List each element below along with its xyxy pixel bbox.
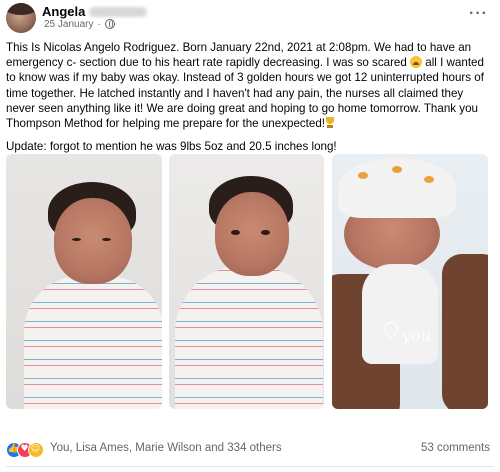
baby-onesie	[362, 264, 438, 364]
hat-pattern	[358, 172, 368, 179]
baby-face	[215, 192, 289, 276]
baby-photo-3[interactable]: you	[332, 154, 488, 409]
handwritten-you: you	[402, 326, 431, 345]
avatar-hair	[6, 3, 36, 15]
scared-face-emoji	[410, 56, 423, 69]
swaddle-blanket	[24, 276, 162, 409]
baby-hat	[338, 158, 456, 218]
author-name[interactable]: Angela	[42, 4, 148, 19]
baby-photo-2[interactable]	[169, 154, 324, 409]
author-last-name-redacted	[89, 7, 148, 17]
post-date[interactable]: 25 January	[44, 19, 93, 30]
trophy-emoji	[325, 117, 335, 129]
post-update: Update: forgot to mention he was 9lbs 5o…	[6, 140, 337, 154]
facebook-post: Angela 25 January · ··· This Is Nicolas A…	[0, 0, 500, 472]
hat-pattern	[424, 176, 434, 183]
baby-eye-left	[72, 238, 81, 241]
hug-icon: ☺	[30, 444, 41, 454]
post-body-part-1: This Is Nicolas Angelo Rodriguez. Born J…	[6, 41, 472, 70]
post-footer: 👍 ♥ ☺ You, Lisa Ames, Marie Wilson and 3…	[6, 439, 492, 461]
post-text: This Is Nicolas Angelo Rodriguez. Born J…	[6, 40, 492, 162]
baby-eye-left	[231, 230, 240, 235]
globe-icon[interactable]	[104, 19, 115, 29]
meta-separator: ·	[97, 19, 101, 30]
post-body: This Is Nicolas Angelo Rodriguez. Born J…	[6, 40, 492, 131]
reaction-names[interactable]: You, Lisa Ames, Marie Wilson and 334 oth…	[50, 442, 282, 454]
baby-face	[54, 198, 132, 284]
comments-count[interactable]: 53 comments	[421, 442, 490, 454]
post-header: Angela 25 January · ···	[6, 3, 494, 33]
post-meta: 25 January ·	[44, 19, 115, 30]
author-avatar[interactable]	[6, 3, 36, 33]
author-first-name[interactable]: Angela	[42, 4, 85, 19]
parent-arm	[442, 254, 488, 409]
footer-divider	[6, 466, 494, 467]
more-options-icon[interactable]: ···	[469, 5, 488, 23]
hat-pattern	[392, 166, 402, 173]
baby-photo-1[interactable]	[6, 154, 162, 409]
baby-eye-right	[102, 238, 111, 241]
swaddle-blanket	[175, 266, 323, 409]
care-reaction-icon: ☺	[28, 442, 44, 458]
baby-eye-right	[261, 230, 270, 235]
reaction-icons[interactable]: 👍 ♥ ☺	[6, 442, 48, 458]
